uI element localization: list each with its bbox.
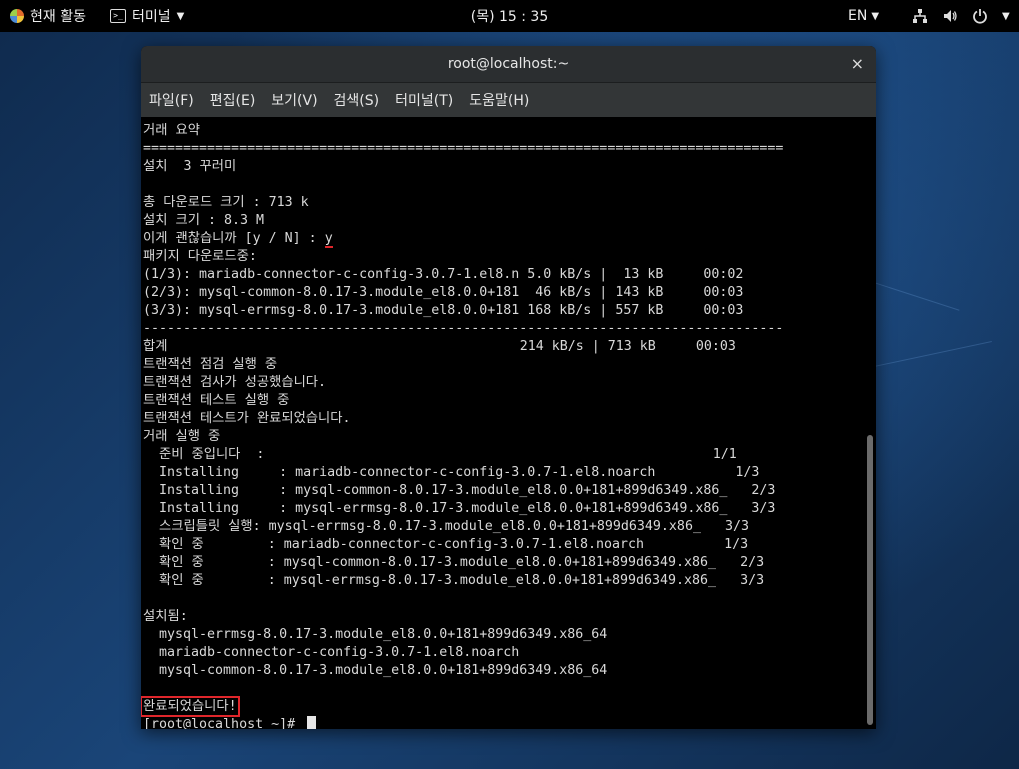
- text-cursor: [307, 716, 317, 729]
- terminal-line-text: 거래 실행 중: [143, 429, 221, 444]
- terminal-line: 완료되었습니다!: [141, 696, 863, 717]
- terminal-line-text: Installing : mariadb-connector-c-config-…: [143, 465, 760, 480]
- chevron-down-icon: ▼: [1002, 10, 1010, 22]
- complete-message: 완료되었습니다!: [141, 696, 240, 717]
- terminal-line: mysql-errmsg-8.0.17-3.module_el8.0.0+181…: [143, 626, 863, 644]
- terminal-line-text: ----------------------------------------…: [143, 321, 784, 336]
- terminal-line-text: 설치 3 꾸러미: [143, 159, 237, 174]
- close-icon[interactable]: ×: [851, 54, 864, 73]
- power-icon: [973, 9, 987, 24]
- terminal-line: mariadb-connector-c-config-3.0.7-1.el8.n…: [143, 644, 863, 662]
- menu-edit[interactable]: 편집(E): [210, 90, 264, 110]
- window-titlebar[interactable]: root@localhost:~ ×: [141, 46, 876, 83]
- terminal-line-text: 확인 중 : mysql-common-8.0.17-3.module_el8.…: [143, 555, 765, 570]
- menu-view[interactable]: 보기(V): [271, 90, 325, 110]
- language-label: EN: [848, 8, 868, 24]
- terminal-line-text: ========================================…: [143, 141, 784, 156]
- terminal-line-text: mysql-errmsg-8.0.17-3.module_el8.0.0+181…: [143, 627, 608, 642]
- terminal-line: 트랜잭션 테스트가 완료되었습니다.: [143, 410, 863, 428]
- terminal-line: 설치 3 꾸러미: [143, 158, 863, 176]
- terminal-line-text: 거래 요약: [143, 123, 200, 138]
- menu-search[interactable]: 검색(S): [334, 90, 388, 110]
- menu-bar: 파일(F) 편집(E) 보기(V) 검색(S) 터미널(T) 도움말(H): [141, 83, 876, 117]
- system-menu[interactable]: ▼: [912, 0, 1010, 32]
- terminal-line: (2/3): mysql-common-8.0.17-3.module_el8.…: [143, 284, 863, 302]
- terminal-line: 확인 중 : mysql-errmsg-8.0.17-3.module_el8.…: [143, 572, 863, 590]
- activities-icon: [10, 9, 24, 23]
- activities-label: 현재 활동: [30, 9, 86, 25]
- terminal-icon: >_: [110, 9, 126, 23]
- terminal-window: root@localhost:~ × 파일(F) 편집(E) 보기(V) 검색(…: [141, 46, 876, 729]
- terminal-line: 확인 중 : mysql-common-8.0.17-3.module_el8.…: [143, 554, 863, 572]
- terminal-line-text: 트랜잭션 검사가 성공했습니다.: [143, 375, 327, 390]
- terminal-line: 설치 크기 : 8.3 M: [143, 212, 863, 230]
- terminal-line: 패키지 다운로드중:: [143, 248, 863, 266]
- terminal-line: 트랜잭션 점검 실행 중: [143, 356, 863, 374]
- terminal-line: (3/3): mysql-errmsg-8.0.17-3.module_el8.…: [143, 302, 863, 320]
- terminal-line: ========================================…: [143, 140, 863, 158]
- terminal-line: 설치됨:: [143, 608, 863, 626]
- terminal-line: 준비 중입니다 : 1/1: [143, 446, 863, 464]
- terminal-line: (1/3): mariadb-connector-c-config-3.0.7-…: [143, 266, 863, 284]
- terminal-line-text: 합계 214 kB/s | 713 kB 00:03: [143, 339, 736, 354]
- terminal-line: 총 다운로드 크기 : 713 k: [143, 194, 863, 212]
- app-menu-label: 터미널: [132, 9, 171, 25]
- terminal-line-text: 스크립틀릿 실행: mysql-errmsg-8.0.17-3.module_e…: [143, 519, 749, 534]
- app-menu-terminal[interactable]: >_ 터미널 ▼: [110, 0, 184, 32]
- terminal-line-text: 트랜잭션 점검 실행 중: [143, 357, 278, 372]
- prompt-line[interactable]: [root@localhost ~]#: [143, 716, 863, 729]
- terminal-line-text: mysql-common-8.0.17-3.module_el8.0.0+181…: [143, 663, 608, 678]
- terminal-line: 트랜잭션 검사가 성공했습니다.: [143, 374, 863, 392]
- terminal-line: 스크립틀릿 실행: mysql-errmsg-8.0.17-3.module_e…: [143, 518, 863, 536]
- top-bar: 현재 활동 >_ 터미널 ▼ (목) 15 : 35 EN ▼ ▼: [0, 0, 1019, 32]
- terminal-line: 확인 중 : mariadb-connector-c-config-3.0.7-…: [143, 536, 863, 554]
- terminal-lines: 거래 요약 ===================================…: [141, 122, 863, 729]
- confirm-answer: y: [324, 231, 333, 248]
- terminal-line-text: 설치됨:: [143, 609, 188, 624]
- shell-prompt: [root@localhost ~]#: [143, 717, 304, 729]
- terminal-line: Installing : mariadb-connector-c-config-…: [143, 464, 863, 482]
- terminal-line-text: (1/3): mariadb-connector-c-config-3.0.7-…: [143, 267, 744, 282]
- terminal-line: 합계 214 kB/s | 713 kB 00:03: [143, 338, 863, 356]
- terminal-line-text: 확인 중 : mariadb-connector-c-config-3.0.7-…: [143, 537, 749, 552]
- chevron-down-icon: ▼: [871, 10, 880, 22]
- terminal-line: Installing : mysql-common-8.0.17-3.modul…: [143, 482, 863, 500]
- terminal-line: mysql-common-8.0.17-3.module_el8.0.0+181…: [143, 662, 863, 680]
- volume-icon: [944, 10, 957, 22]
- terminal-line: 거래 실행 중: [143, 428, 863, 446]
- language-selector[interactable]: EN ▼: [848, 0, 879, 32]
- terminal-line-text: 트랜잭션 테스트 실행 중: [143, 393, 290, 408]
- terminal-line-text: (2/3): mysql-common-8.0.17-3.module_el8.…: [143, 285, 744, 300]
- terminal-line-text: 총 다운로드 크기 : 713 k: [143, 195, 309, 210]
- clock[interactable]: (목) 15 : 35: [471, 6, 549, 26]
- terminal-line-text: 패키지 다운로드중:: [143, 249, 257, 264]
- menu-file[interactable]: 파일(F): [149, 90, 202, 110]
- menu-terminal[interactable]: 터미널(T): [395, 90, 461, 110]
- terminal-line-text: Installing : mysql-common-8.0.17-3.modul…: [143, 483, 776, 498]
- terminal-line: ----------------------------------------…: [143, 320, 863, 338]
- menu-help[interactable]: 도움말(H): [469, 90, 537, 110]
- terminal-line-text: 확인 중 : mysql-errmsg-8.0.17-3.module_el8.…: [143, 573, 765, 588]
- terminal-line: 이게 괜찮습니까 [y / N] : y: [143, 230, 863, 248]
- terminal-line: 거래 요약: [143, 122, 863, 140]
- terminal-line-text: mariadb-connector-c-config-3.0.7-1.el8.n…: [143, 645, 520, 660]
- scrollbar[interactable]: [867, 435, 873, 725]
- window-title: root@localhost:~: [447, 56, 570, 72]
- terminal-line-text: (3/3): mysql-errmsg-8.0.17-3.module_el8.…: [143, 303, 744, 318]
- terminal-line: 트랜잭션 테스트 실행 중: [143, 392, 863, 410]
- terminal-line-text: 설치 크기 : 8.3 M: [143, 213, 264, 228]
- terminal-line: Installing : mysql-errmsg-8.0.17-3.modul…: [143, 500, 863, 518]
- activities-button[interactable]: 현재 활동: [10, 0, 86, 32]
- terminal-line-text: Installing : mysql-errmsg-8.0.17-3.modul…: [143, 501, 776, 516]
- network-icon: [913, 9, 927, 23]
- terminal-line-text: 이게 괜찮습니까 [y / N] :: [143, 231, 325, 246]
- terminal-line-text: 준비 중입니다 : 1/1: [143, 447, 737, 462]
- chevron-down-icon: ▼: [176, 10, 185, 22]
- terminal-output[interactable]: 거래 요약 ===================================…: [141, 117, 876, 729]
- terminal-line-text: 트랜잭션 테스트가 완료되었습니다.: [143, 411, 351, 426]
